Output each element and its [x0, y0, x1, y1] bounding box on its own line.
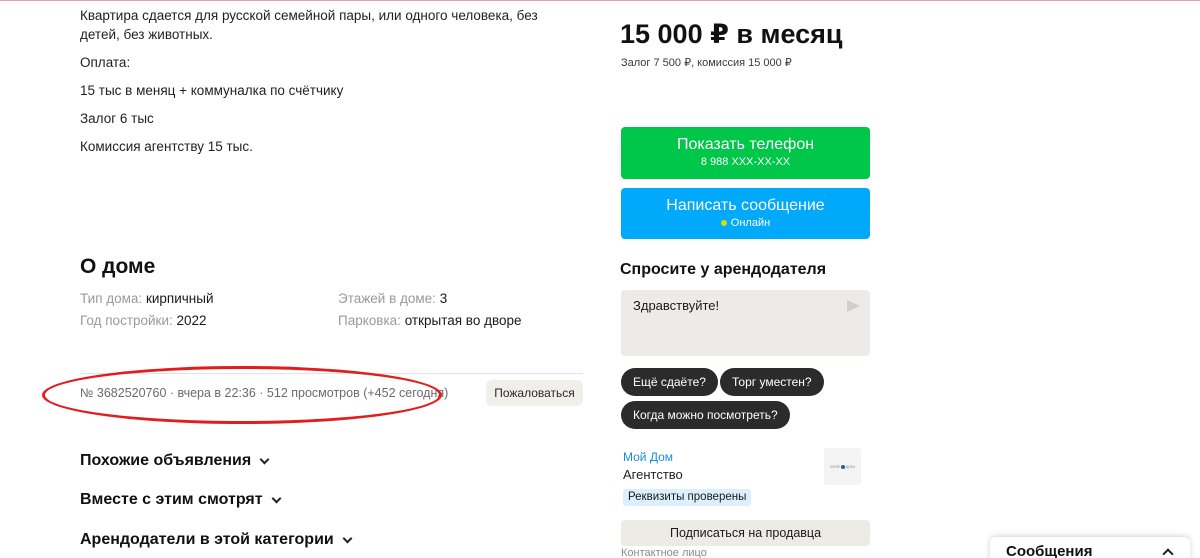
- messages-label: Сообщения: [1006, 543, 1093, 558]
- section-also-viewed[interactable]: Вместе с этим смотрят: [80, 491, 281, 509]
- logo-text: ДОМ: [845, 464, 855, 469]
- price-details: Залог 7 500 ₽, комиссия 15 000 ₽: [621, 57, 792, 69]
- chevron-down-icon: [342, 533, 353, 543]
- about-house-heading: О доме: [80, 255, 156, 278]
- param-value: 3: [439, 291, 448, 306]
- section-similar-listings[interactable]: Похожие объявления: [80, 452, 270, 470]
- param-label: Парковка:: [338, 313, 401, 328]
- param-label: Тип дома:: [80, 291, 143, 306]
- ask-seller-heading: Спросите у арендодателя: [620, 261, 827, 278]
- report-button[interactable]: Пожаловаться: [486, 380, 583, 406]
- show-phone-button[interactable]: Показать телефон 8 988 XXX-XX-XX: [621, 127, 870, 179]
- ask-message-field[interactable]: Здравствуйте!: [621, 290, 870, 356]
- section-label: Вместе с этим смотрят: [80, 491, 263, 508]
- chevron-down-icon: [271, 493, 281, 503]
- param-value: открытая во дворе: [404, 313, 522, 328]
- seller-logo[interactable]: МОЙ ДОМ: [824, 448, 861, 485]
- chevron-down-icon: [259, 454, 270, 464]
- subscribe-seller-button[interactable]: Подписаться на продавца: [621, 520, 870, 546]
- description-line: Комиссия агентству 15 тыс.: [80, 139, 253, 154]
- verified-badge: Реквизиты проверены: [623, 489, 752, 506]
- top-divider: [0, 0, 1200, 1]
- quick-question-chip[interactable]: Ещё сдаёте?: [621, 368, 718, 396]
- seller-type: Агентство: [623, 467, 683, 482]
- param-floors: Этажей в доме: 3: [338, 290, 447, 308]
- listing-description: Квартира сдается для русской семейной па…: [80, 6, 580, 165]
- contact-person-label: Контактное лицо: [621, 547, 707, 558]
- section-label: Арендодатели в этой категории: [80, 531, 334, 548]
- seller-name-link[interactable]: Мой Дом: [623, 450, 673, 464]
- chevron-up-icon[interactable]: [1162, 548, 1174, 558]
- param-house-type: Тип дома: кирпичный: [80, 290, 214, 308]
- param-label: Год постройки:: [80, 313, 173, 328]
- ask-message-text: Здравствуйте!: [633, 298, 720, 313]
- logo-mark-icon: [840, 464, 845, 469]
- param-parking: Парковка: открытая во дворе: [338, 312, 522, 330]
- param-label: Этажей в доме:: [338, 291, 436, 306]
- online-dot-icon: [720, 220, 727, 227]
- description-line: Оплата:: [80, 55, 131, 70]
- write-message-button[interactable]: Написать сообщение Онлайн: [621, 188, 870, 239]
- quick-question-chip[interactable]: Когда можно посмотреть?: [621, 401, 790, 429]
- messages-widget[interactable]: Сообщения: [990, 537, 1190, 558]
- logo-text: МОЙ: [830, 464, 840, 469]
- quick-question-chip[interactable]: Торг уместен?: [720, 368, 824, 396]
- send-icon[interactable]: [847, 300, 860, 312]
- online-status: Онлайн: [621, 217, 870, 229]
- show-phone-label: Показать телефон: [676, 136, 815, 153]
- param-build-year: Год постройки: 2022: [80, 312, 207, 330]
- param-value: 2022: [176, 313, 207, 328]
- meta-divider: [80, 373, 583, 374]
- price: 15 000 ₽ в месяц: [620, 19, 843, 49]
- listing-meta: № 3682520760 · вчера в 22:36 · 512 просм…: [80, 386, 449, 400]
- description-line: Залог 6 тыс: [80, 111, 154, 126]
- online-status-text: Онлайн: [730, 217, 771, 229]
- description-line: 15 тыс в меняц + коммуналка по счётчику: [80, 83, 344, 98]
- section-landlords-category[interactable]: Арендодатели в этой категории: [80, 531, 353, 549]
- description-line: Квартира сдается для русской семейной па…: [80, 8, 538, 42]
- param-value: кирпичный: [145, 291, 214, 306]
- masked-phone: 8 988 XXX-XX-XX: [700, 156, 791, 168]
- section-label: Похожие объявления: [80, 452, 252, 469]
- write-message-label: Написать сообщение: [666, 197, 825, 214]
